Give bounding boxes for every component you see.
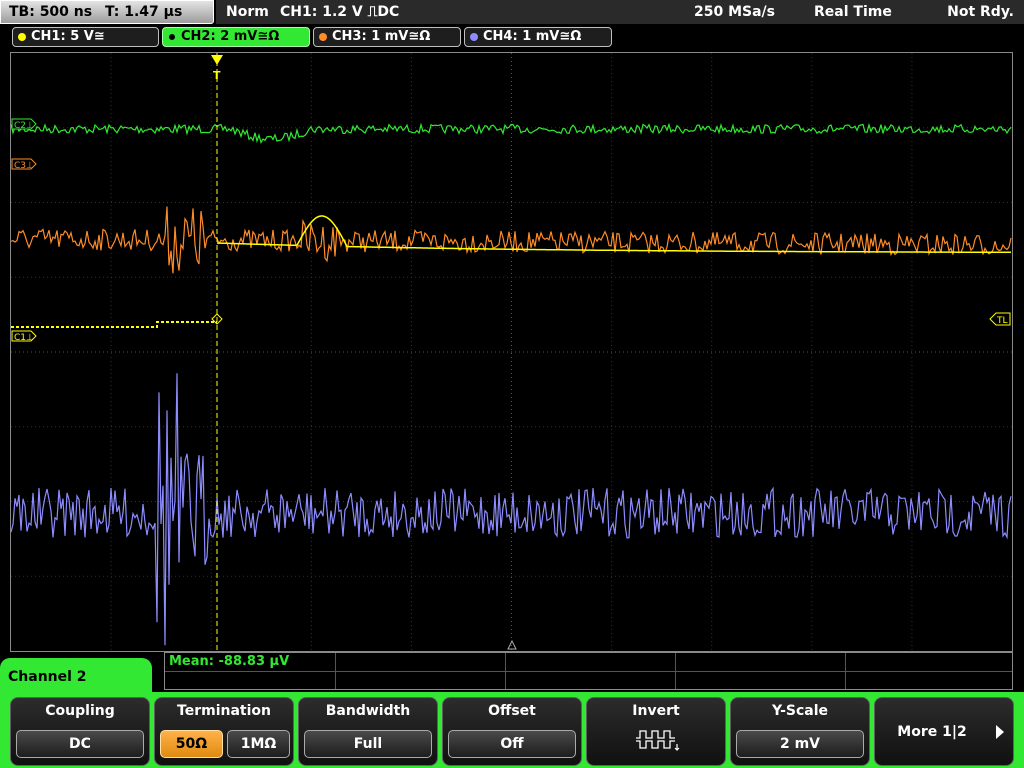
yscale-label: Y-Scale <box>771 703 828 719</box>
invert-label: Invert <box>632 703 680 719</box>
waveform-svg: T C2⊥ C3⊥ C1⊥ TL <box>11 53 1012 651</box>
acquisition-mode: Real Time <box>814 4 892 20</box>
waveform-display[interactable]: T C2⊥ C3⊥ C1⊥ TL <box>10 52 1013 652</box>
measurement-cell-divider <box>505 653 506 689</box>
tab-ch1[interactable]: CH1: 5 V≅ <box>12 27 159 47</box>
coupling-label: Coupling <box>45 703 115 719</box>
termination-label: Termination <box>177 703 271 719</box>
ch3-waveform <box>11 206 1012 274</box>
timebase-value: TB: 500 ns <box>9 4 93 20</box>
top-status-bar: TB: 500 ns T: 1.47 µs Norm CH1: 1.2 V ⎍D… <box>0 0 1024 24</box>
invert-waveform-icon <box>636 730 680 751</box>
c1-marker-label: C1⊥ <box>14 333 34 343</box>
offset-softkey[interactable]: Offset Off <box>442 697 582 766</box>
c3-ground-marker[interactable]: C3⊥ <box>11 158 37 171</box>
tab-ch3[interactable]: CH3: 1 mV≅Ω <box>313 27 461 47</box>
sample-rate: 250 MSa/s <box>694 4 776 20</box>
termination-1mohm-button[interactable]: 1MΩ <box>227 730 290 758</box>
ch1-waveform <box>11 321 217 328</box>
more-softkey[interactable]: More 1|2 <box>874 697 1014 766</box>
acquisition-status: Norm CH1: 1.2 V ⎍DC 250 MSa/s Real Time … <box>216 0 1024 24</box>
yscale-softkey[interactable]: Y-Scale 2 mV <box>730 697 870 766</box>
offset-label: Offset <box>488 703 536 719</box>
trigger-position-marker-icon[interactable] <box>211 55 223 65</box>
bandwidth-softkey[interactable]: Bandwidth Full <box>298 697 438 766</box>
bandwidth-value-button[interactable]: Full <box>304 730 432 758</box>
trigger-position-label: T <box>213 69 221 82</box>
coupling-value-button[interactable]: DC <box>16 730 144 758</box>
trigger-source[interactable]: CH1: 1.2 V ⎍DC <box>280 0 399 24</box>
invert-softkey[interactable]: Invert <box>586 697 726 766</box>
tab-ch2-label: CH2: 2 mV≅Ω <box>181 29 280 44</box>
tab-ch2[interactable]: CH2: 2 mV≅Ω <box>162 27 310 47</box>
c2-ground-marker[interactable]: C2⊥ <box>11 118 37 131</box>
measurement-panel: Mean: -88.83 µV <box>164 652 1013 690</box>
tab-ch4[interactable]: CH4: 1 mV≅Ω <box>464 27 612 47</box>
measurement-cell-divider <box>845 653 846 689</box>
coupling-softkey[interactable]: Coupling DC <box>10 697 150 766</box>
termination-softkey[interactable]: Termination 50Ω 1MΩ <box>154 697 294 766</box>
measurement-cell-divider <box>675 653 676 689</box>
ch4-color-dot-icon <box>470 33 478 41</box>
trigger-mode[interactable]: Norm <box>226 0 269 24</box>
ch1-color-dot-icon <box>18 33 26 41</box>
measurement-divider <box>165 671 1012 672</box>
c2-marker-label: C2⊥ <box>14 121 34 131</box>
arrow-right-icon <box>996 725 1004 739</box>
tab-ch4-label: CH4: 1 mV≅Ω <box>483 29 582 44</box>
timebase-info[interactable]: TB: 500 ns T: 1.47 µs <box>0 0 214 24</box>
trigger-level-marker[interactable]: TL <box>989 312 1011 326</box>
menu-title: Channel 2 <box>0 658 152 698</box>
mean-measurement: Mean: -88.83 µV <box>169 654 290 669</box>
ch2-color-dot-icon <box>168 33 176 41</box>
termination-50ohm-button[interactable]: 50Ω <box>160 730 223 758</box>
bandwidth-label: Bandwidth <box>325 703 411 719</box>
ch3-color-dot-icon <box>319 33 327 41</box>
measurement-cell-divider <box>335 653 336 689</box>
c3-marker-label: C3⊥ <box>14 161 34 171</box>
tab-ch1-label: CH1: 5 V≅ <box>31 29 105 44</box>
c1-ground-marker[interactable]: C1⊥ <box>11 330 37 343</box>
ready-status: Not Rdy. <box>947 4 1014 20</box>
graticule <box>11 53 1012 651</box>
yscale-value-button[interactable]: 2 mV <box>736 730 864 758</box>
more-label: More 1|2 <box>897 724 967 740</box>
trigger-level-label: TL <box>996 316 1008 326</box>
offset-value-button[interactable]: Off <box>448 730 576 758</box>
channel-tabs: CH1: 5 V≅ CH2: 2 mV≅Ω CH3: 1 mV≅Ω CH4: 1… <box>0 26 1024 48</box>
tab-ch3-label: CH3: 1 mV≅Ω <box>332 29 431 44</box>
trigger-time-value: T: 1.47 µs <box>104 4 183 20</box>
